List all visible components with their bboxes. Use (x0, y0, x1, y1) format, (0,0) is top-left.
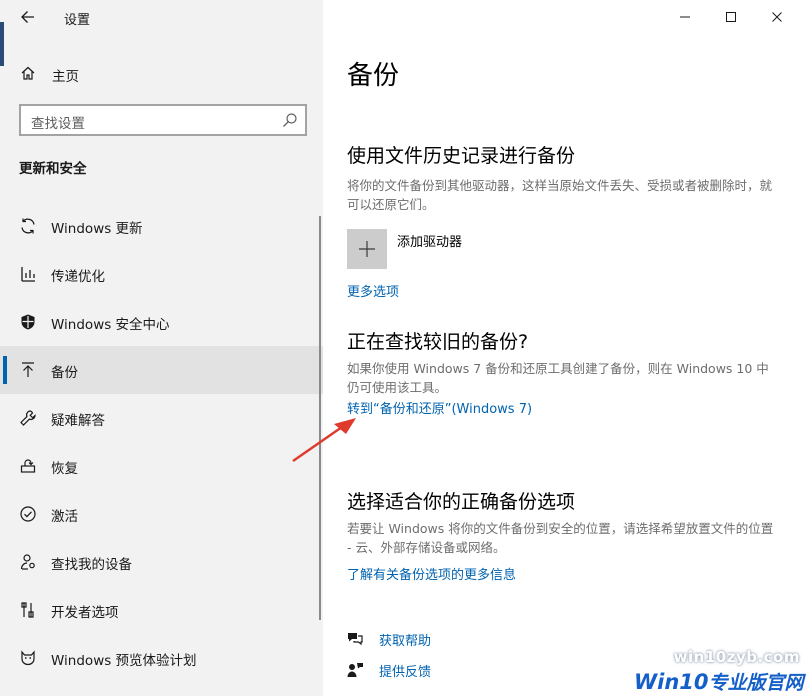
watermark-brand-win: Win10 (634, 670, 709, 694)
sidebar: 设置 主页 查找设置 更新和安全 Windows 更新 传递优化 Windows… (0, 0, 323, 696)
watermark-brand-rest: 专业版官网 (708, 672, 804, 694)
sidebar-item-label: 备份 (51, 365, 78, 381)
search-icon (283, 113, 297, 127)
sidebar-item-label: 疑难解答 (51, 413, 105, 429)
add-drive-button[interactable]: 添加驱动器 (347, 229, 587, 271)
get-help-link[interactable]: 获取帮助 (345, 627, 545, 651)
older-backup-heading: 正在查找较旧的备份? (347, 331, 529, 353)
section-title: 更新和安全 (19, 161, 87, 177)
sidebar-item-recovery[interactable]: 恢复 (0, 442, 323, 490)
watermark-site: win10zyb.com (673, 648, 800, 666)
sidebar-item-delivery-optimization[interactable]: 传递优化 (0, 250, 323, 298)
plus-icon (359, 241, 375, 257)
chat-help-icon (345, 629, 365, 649)
person-locate-icon (18, 552, 38, 572)
backup-restore-win7-link[interactable]: 转到“备份和还原”(Windows 7) (347, 398, 532, 417)
shield-icon (18, 312, 38, 332)
sidebar-item-activation[interactable]: 激活 (0, 490, 323, 538)
sidebar-item-label: 查找我的设备 (51, 557, 132, 573)
sidebar-item-windows-update[interactable]: Windows 更新 (0, 202, 323, 250)
sidebar-home[interactable]: 主页 (0, 56, 323, 92)
learn-more-link[interactable]: 了解有关备份选项的更多信息 (347, 564, 516, 583)
search-placeholder: 查找设置 (31, 116, 85, 132)
sidebar-item-label: Windows 安全中心 (51, 317, 170, 333)
sidebar-item-label: 恢复 (51, 461, 78, 477)
file-history-heading: 使用文件历史记录进行备份 (347, 145, 576, 167)
cat-icon (18, 648, 38, 668)
more-options-link[interactable]: 更多选项 (347, 281, 399, 300)
page-title: 备份 (347, 61, 400, 91)
home-icon (19, 64, 37, 82)
sync-icon (18, 216, 38, 236)
get-help-label: 获取帮助 (379, 634, 432, 649)
back-button[interactable] (14, 4, 42, 30)
sidebar-item-label: Windows 预览体验计划 (51, 653, 197, 669)
sidebar-item-windows-security[interactable]: Windows 安全中心 (0, 298, 323, 346)
sidebar-item-label: 激活 (51, 509, 78, 525)
add-drive-label: 添加驱动器 (397, 235, 463, 250)
sidebar-item-label: 传递优化 (51, 269, 105, 285)
watermark-brand: Win10专业版官网 (634, 668, 804, 695)
title-bar: 设置 (0, 0, 323, 34)
annotation-arrow-icon (292, 418, 356, 463)
add-drive-tile (347, 229, 387, 269)
watermark: win10zyb.com Win10专业版官网 (600, 640, 808, 696)
file-history-description: 将你的文件备份到其他驱动器，这样当原始文件丢失、受损或者被删除时，就可以还原它们… (347, 178, 773, 212)
sidebar-item-windows-insider[interactable]: Windows 预览体验计划 (0, 634, 323, 682)
sidebar-item-label: 开发者选项 (51, 605, 119, 621)
sidebar-item-troubleshoot[interactable]: 疑难解答 (0, 394, 323, 442)
feedback-icon (345, 660, 365, 680)
choose-options-description: 若要让 Windows 将你的文件备份到安全的位置，请选择希望放置文件的位置 -… (347, 521, 774, 555)
choose-options-heading: 选择适合你的正确备份选项 (347, 491, 576, 513)
app-title: 设置 (64, 13, 91, 28)
tools-icon (18, 600, 38, 620)
older-backup-description: 如果你使用 Windows 7 备份和还原工具创建了备份，则在 Windows … (347, 361, 769, 395)
feedback-label: 提供反馈 (379, 665, 432, 680)
wrench-icon (18, 408, 38, 428)
sidebar-item-find-my-device[interactable]: 查找我的设备 (0, 538, 323, 586)
sidebar-item-label: Windows 更新 (51, 221, 143, 237)
delivery-icon (18, 264, 38, 284)
check-circle-icon (18, 504, 38, 524)
main-content: 备份 使用文件历史记录进行备份 将你的文件备份到其他驱动器，这样当原始文件丢失、… (323, 0, 808, 696)
sidebar-item-developer-options[interactable]: 开发者选项 (0, 586, 323, 634)
sidebar-item-backup[interactable]: 备份 (0, 346, 323, 394)
feedback-link[interactable]: 提供反馈 (345, 658, 545, 682)
home-label: 主页 (52, 69, 79, 85)
back-arrow-icon (21, 11, 34, 23)
upload-arrow-icon (18, 360, 38, 380)
search-input[interactable]: 查找设置 (19, 104, 307, 136)
recovery-icon (18, 456, 38, 476)
selection-indicator (3, 356, 7, 384)
